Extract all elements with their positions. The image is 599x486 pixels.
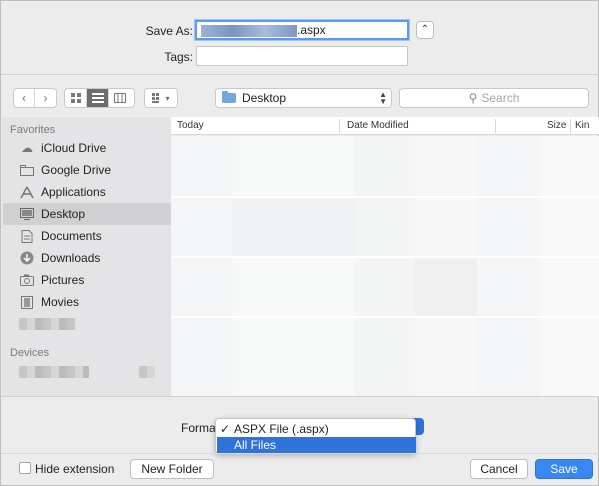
- applications-icon: [19, 185, 35, 199]
- column-header-date-modified[interactable]: Date Modified: [347, 120, 409, 131]
- file-list-header: Today Date Modified Size Kin: [171, 117, 599, 135]
- sidebar-item-label: Desktop: [41, 207, 86, 221]
- divider: [1, 453, 599, 454]
- sidebar-item-google-drive[interactable]: Google Drive: [3, 159, 171, 181]
- search-field[interactable]: ⚲ Search: [399, 88, 589, 108]
- sidebar-item-documents[interactable]: Documents: [3, 225, 171, 247]
- icon-view-button[interactable]: [65, 89, 87, 107]
- row-separator: [171, 316, 599, 318]
- sidebar-item-applications[interactable]: Applications: [3, 181, 171, 203]
- sidebar-item-label: Applications: [41, 185, 106, 199]
- nav-buttons: ‹ ›: [13, 88, 57, 108]
- columns-icon: [114, 93, 126, 103]
- hide-extension-label: Hide extension: [35, 462, 115, 476]
- cancel-button[interactable]: Cancel: [470, 459, 528, 479]
- column-header-size[interactable]: Size: [547, 120, 566, 131]
- redacted-device-label: [19, 366, 89, 378]
- folder-icon: [222, 91, 236, 103]
- checkmark-icon: ✓: [220, 422, 231, 436]
- sidebar-item-label: Movies: [41, 295, 80, 309]
- tags-label: Tags:: [164, 50, 193, 64]
- format-option-all-files[interactable]: All Files: [217, 437, 416, 453]
- devices-heading: Devices: [10, 347, 50, 359]
- chevron-left-icon: ‹: [22, 91, 26, 105]
- pixelated-content: [233, 136, 355, 396]
- forward-button[interactable]: ›: [35, 89, 56, 107]
- column-header-today[interactable]: Today: [177, 120, 204, 131]
- new-folder-button[interactable]: New Folder: [130, 459, 214, 479]
- sidebar-item-pictures[interactable]: Pictures: [3, 269, 171, 291]
- row-separator: [171, 256, 599, 258]
- grid-icon: [70, 93, 81, 103]
- camera-icon: [19, 273, 35, 287]
- sidebar-device-redacted[interactable]: [3, 361, 171, 383]
- back-button[interactable]: ‹: [14, 89, 36, 107]
- sidebar-item-downloads[interactable]: Downloads: [3, 247, 171, 269]
- list-icon: [91, 93, 104, 103]
- column-divider: [339, 119, 340, 133]
- document-icon: [19, 229, 35, 243]
- sidebar-item-redacted[interactable]: [3, 313, 171, 335]
- search-icon: ⚲: [468, 91, 478, 105]
- format-label: Format: [181, 421, 220, 435]
- hide-extension-checkbox[interactable]: [19, 462, 31, 474]
- location-label: Desktop: [242, 91, 287, 105]
- arrange-button[interactable]: ▾: [144, 88, 178, 108]
- save-as-input[interactable]: .aspx: [195, 20, 409, 40]
- chevron-down-icon: ▾: [165, 93, 170, 103]
- sidebar-item-label: Pictures: [41, 273, 85, 287]
- updown-arrows-icon: ▲ ▼: [379, 90, 387, 106]
- save-button[interactable]: Save: [535, 459, 593, 479]
- tags-input[interactable]: [196, 46, 408, 66]
- download-icon: [19, 251, 35, 265]
- sidebar-item-icloud-drive[interactable]: ☁ iCloud Drive: [3, 137, 171, 159]
- list-view-button[interactable]: [87, 89, 109, 107]
- redacted-label: [19, 318, 75, 330]
- pixelated-content: [539, 136, 599, 396]
- sidebar: Favorites ☁ iCloud Drive Google Drive Ap…: [2, 117, 171, 396]
- column-divider: [495, 119, 496, 133]
- pixelated-content: [415, 258, 477, 316]
- format-option-aspx[interactable]: ✓ ASPX File (.aspx): [217, 421, 416, 437]
- expand-dialog-button[interactable]: ⌃: [416, 21, 434, 39]
- column-divider: [570, 119, 571, 133]
- arrange-grid-icon: [152, 93, 160, 103]
- sidebar-item-label: iCloud Drive: [41, 141, 107, 155]
- film-icon: [19, 295, 35, 309]
- eject-icon: [139, 366, 155, 378]
- sidebar-item-label: Google Drive: [41, 163, 112, 177]
- desktop-icon: [19, 207, 35, 221]
- sidebar-item-label: Documents: [41, 229, 102, 243]
- divider: [1, 396, 599, 397]
- view-mode-buttons: [64, 88, 135, 108]
- chevron-right-icon: ›: [43, 91, 48, 105]
- column-header-kind[interactable]: Kin: [575, 120, 589, 131]
- divider: [1, 74, 599, 75]
- pixelated-content: [171, 136, 233, 396]
- arrange-menu[interactable]: ▾: [145, 89, 177, 107]
- filename-suffix: .aspx: [297, 23, 326, 37]
- folder-icon: [19, 163, 35, 177]
- sidebar-item-desktop[interactable]: Desktop: [3, 203, 171, 225]
- filename-blurred-text: [201, 24, 297, 37]
- cloud-icon: ☁: [21, 141, 33, 155]
- favorites-heading: Favorites: [10, 124, 56, 136]
- chevron-up-icon: ⌃: [420, 24, 430, 35]
- column-view-button[interactable]: [109, 89, 131, 107]
- location-popup[interactable]: Desktop ▲ ▼: [215, 88, 392, 108]
- format-option-label: ASPX File (.aspx): [234, 422, 329, 436]
- save-as-label: Save As:: [145, 24, 193, 38]
- file-list[interactable]: [171, 136, 599, 396]
- format-popup-menu: ✓ ASPX File (.aspx) All Files: [215, 418, 416, 454]
- pixelated-content: [355, 136, 415, 396]
- sidebar-item-label: Downloads: [41, 251, 101, 265]
- sidebar-item-movies[interactable]: Movies: [3, 291, 171, 313]
- search-placeholder: Search: [481, 91, 520, 105]
- format-option-label: All Files: [234, 438, 277, 452]
- pixelated-content: [233, 198, 355, 256]
- pixelated-content: [477, 136, 539, 396]
- save-dialog: Save As: .aspx ⌃ Tags: ‹ › ▾ Desktop ▲ ▼ …: [0, 0, 599, 486]
